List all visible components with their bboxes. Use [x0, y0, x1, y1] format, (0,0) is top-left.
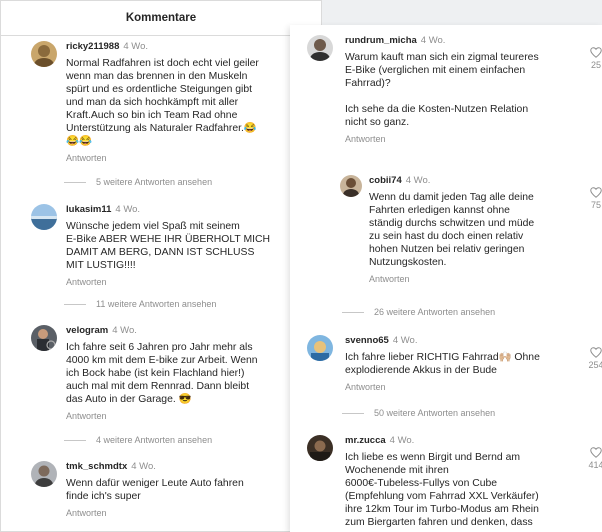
avatar[interactable]	[340, 175, 362, 197]
comment-time: 4 Wo.	[112, 325, 137, 336]
avatar[interactable]	[307, 435, 333, 461]
comment-text: Wenn du damit jeden Tag alle deine Fahrt…	[369, 192, 535, 268]
comment-username[interactable]: rundrum_micha	[345, 35, 417, 46]
like-count: 414	[588, 460, 602, 470]
comments-header: Kommentare	[1, 1, 321, 36]
heart-icon	[590, 347, 602, 358]
comment-time: 4 Wo.	[392, 335, 418, 346]
heart-icon	[590, 447, 602, 458]
like-count: 75	[590, 200, 601, 210]
comment-username[interactable]: mr.zucca	[345, 435, 386, 446]
avatar[interactable]	[31, 325, 57, 351]
comment-text: Warum kauft man sich ein zigmal teureres…	[345, 52, 539, 128]
comment-username[interactable]: svenno65	[345, 335, 389, 346]
view-replies-button[interactable]: 50 weitere Antworten ansehen	[342, 408, 495, 418]
view-replies-button[interactable]: 5 weitere Antworten ansehen	[64, 177, 212, 187]
comments-panel-right: rundrum_micha 4 Wo. Warum kauft man sich …	[290, 25, 602, 532]
reply-button[interactable]: Antworten	[369, 274, 579, 284]
view-replies-label: 5 weitere Antworten ansehen	[96, 177, 213, 187]
comment-text: Ich liebe es wenn Birgit und Bernd am Wo…	[345, 452, 539, 528]
like-button[interactable]: 254	[584, 347, 602, 370]
heart-icon	[590, 187, 602, 198]
like-button[interactable]: 414	[584, 447, 602, 470]
comment-time: 4 Wo.	[131, 461, 156, 472]
reply-button[interactable]: Antworten	[66, 277, 311, 287]
view-replies-label: 4 weitere Antworten ansehen	[96, 435, 213, 445]
like-count: 254	[588, 360, 602, 370]
reply-button[interactable]: Antworten	[66, 508, 311, 518]
like-button[interactable]: 25	[584, 47, 602, 70]
avatar[interactable]	[31, 41, 57, 67]
comment-time: 4 Wo.	[420, 35, 446, 46]
like-count: 25	[590, 60, 601, 70]
view-replies-label: 50 weitere Antworten ansehen	[374, 408, 496, 418]
comment-username[interactable]: cobii74	[369, 175, 402, 186]
comment-time: 4 Wo.	[405, 175, 431, 186]
comments-panel-left: Kommentare ricky211988 4 Wo. Normal Radfa…	[0, 0, 322, 532]
comment-username[interactable]: velogram	[66, 325, 108, 336]
reply-button[interactable]: Antworten	[345, 382, 575, 392]
heart-icon	[590, 47, 602, 58]
view-replies-button[interactable]: 4 weitere Antworten ansehen	[64, 435, 212, 445]
comment-text: Wenn dafür weniger Leute Auto fahren fin…	[66, 478, 244, 502]
view-replies-label: 26 weitere Antworten ansehen	[374, 307, 496, 317]
comment-time: 4 Wo.	[115, 204, 141, 215]
avatar[interactable]	[307, 35, 333, 61]
avatar[interactable]	[31, 461, 57, 487]
comment-text: Ich fahre lieber RICHTIG Fahrrad🙌🏼 Ohne …	[345, 352, 540, 376]
comment-time: 4 Wo.	[389, 435, 415, 446]
comment-username[interactable]: tmk_schmdtx	[66, 461, 127, 472]
reply-button[interactable]: Antworten	[345, 134, 575, 144]
comment-text: Ich fahre seit 6 Jahren pro Jahr mehr al…	[66, 342, 258, 405]
avatar[interactable]	[31, 204, 57, 230]
avatar[interactable]	[307, 335, 333, 361]
comment-username[interactable]: lukasim11	[66, 204, 111, 215]
reply-button[interactable]: Antworten	[66, 411, 311, 421]
view-replies-button[interactable]: 11 weitere Antworten ansehen	[64, 299, 216, 309]
comment-text: Normal Radfahren ist doch echt viel geil…	[66, 58, 259, 147]
view-replies-label: 11 weitere Antworten ansehen	[96, 299, 217, 309]
view-replies-button[interactable]: 26 weitere Antworten ansehen	[342, 307, 495, 317]
comment-username[interactable]: ricky211988	[66, 41, 119, 52]
reply-button[interactable]: Antworten	[66, 153, 311, 163]
comment-time: 4 Wo.	[123, 41, 149, 52]
comment-text: Wünsche jedem viel Spaß mit seinem E-Bik…	[66, 221, 270, 271]
like-button[interactable]: 75	[584, 187, 602, 210]
